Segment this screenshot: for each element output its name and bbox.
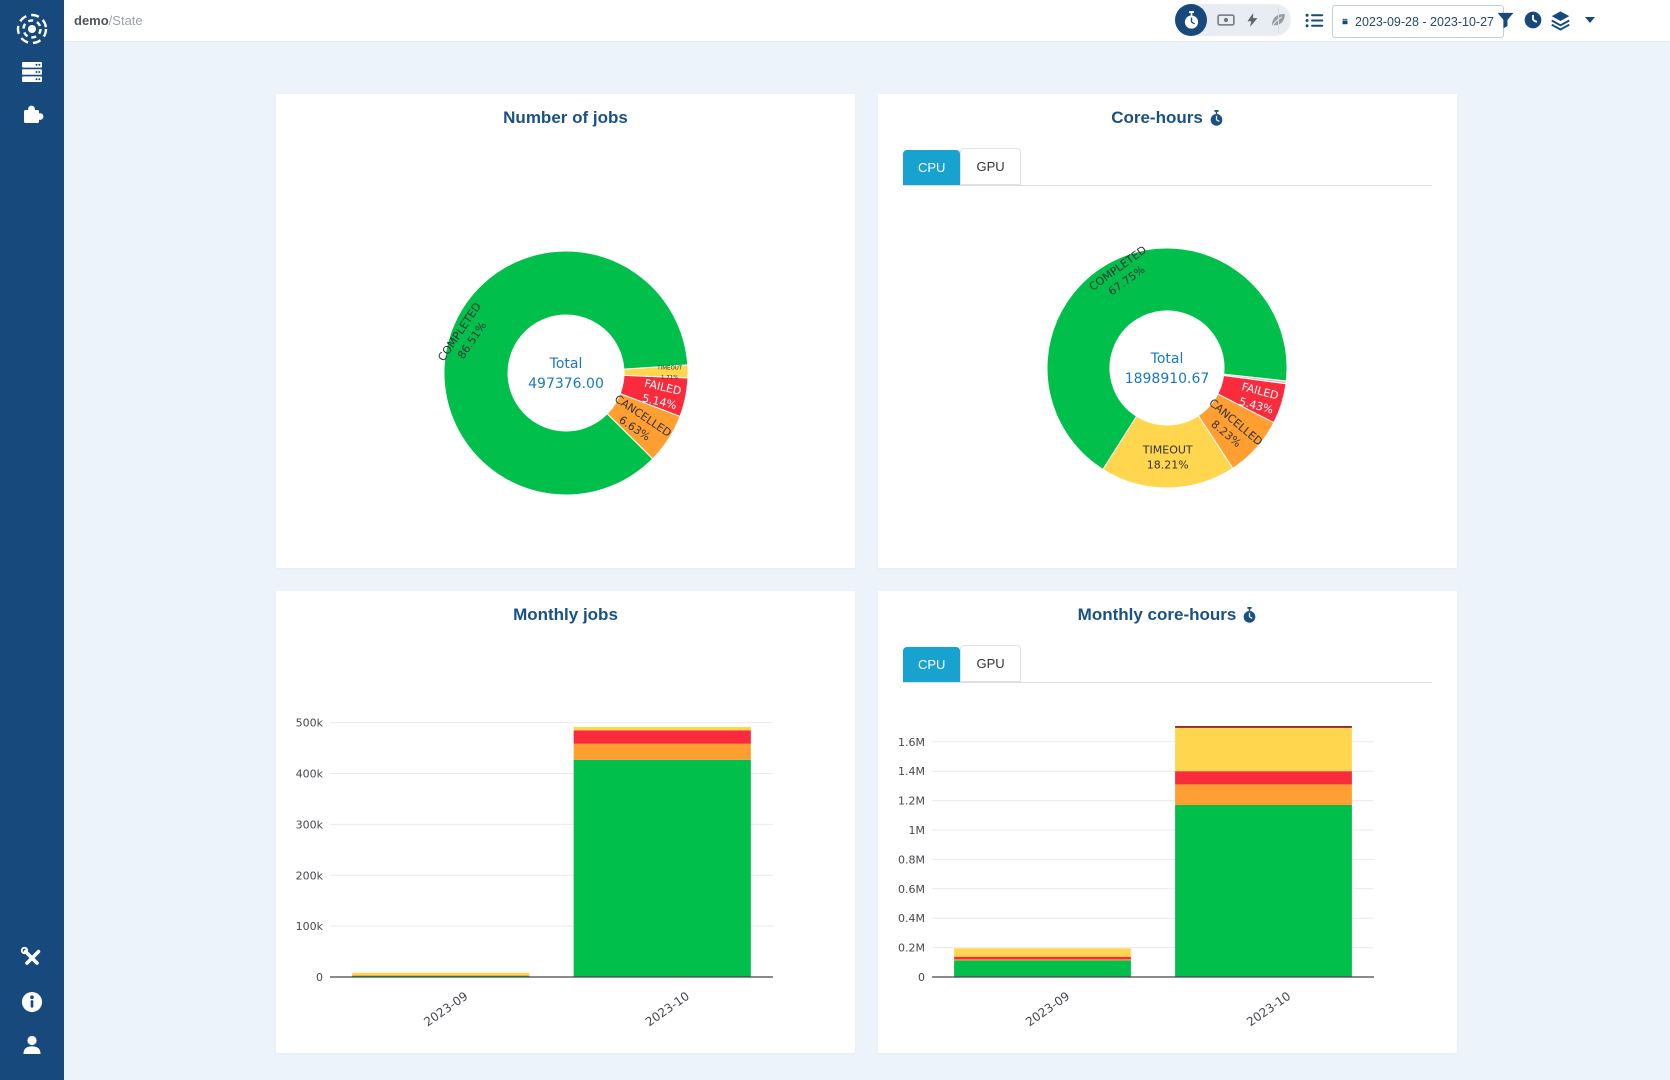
monthly-corehours-card: Monthly core-hours CPU GPU 00.2M0.4M0.6M… [878,591,1457,1053]
svg-text:0.6M: 0.6M [898,883,925,896]
filter-icon [1496,10,1515,30]
info-icon [21,991,44,1014]
tab-cpu[interactable]: CPU [903,150,960,185]
caret-down-icon [1585,17,1595,23]
unit-tabs: CPU GPU [903,645,1432,683]
breadcrumb-project[interactable]: demo [74,13,109,28]
job-list-button[interactable] [1304,10,1325,31]
more-options-button[interactable] [1585,17,1595,23]
sidebar-item-info[interactable] [21,991,44,1014]
banknote-icon [1216,11,1236,29]
tab-gpu[interactable]: GPU [960,645,1020,682]
resources-button[interactable] [1550,10,1571,31]
svg-text:1898910.67: 1898910.67 [1125,371,1210,387]
jobs-pie-card: Number of jobs TIMEOUT1.71%FAILED5.14%CA… [276,94,855,568]
svg-text:500k: 500k [296,717,324,730]
breadcrumb-page: /State [109,13,143,28]
date-range-picker[interactable]: 2023-09-28 - 2023-10-27 [1332,5,1504,38]
sidebar-item-settings[interactable] [20,946,45,971]
monthly-jobs-card: Monthly jobs 0100k200k300k400k500k2023-0… [276,591,855,1053]
svg-text:1M: 1M [909,824,926,837]
svg-text:2023-09: 2023-09 [1023,989,1072,1029]
metric-timer-button[interactable] [1175,4,1207,36]
metric-toggle-group [1175,4,1291,36]
duration-button[interactable] [1523,10,1543,30]
corehours-pie-card: Core-hours CPU GPU FAILED5.43%CANCELLED8… [878,94,1457,568]
header-divider [1278,8,1279,33]
svg-text:300k: 300k [296,818,324,831]
date-range-value: 2023-09-28 - 2023-10-27 [1355,15,1494,29]
app-logo-icon [13,10,51,48]
topbar: demo/State [64,0,1670,42]
metric-energy-button[interactable] [1245,11,1260,29]
bolt-icon [1245,11,1260,29]
filter-button[interactable] [1496,10,1515,30]
svg-text:Total: Total [549,356,583,372]
svg-text:0: 0 [918,971,925,984]
svg-text:0: 0 [316,971,323,984]
puzzle-icon [20,101,44,125]
layers-icon [1550,10,1571,31]
calendar-icon [1342,13,1348,30]
clock-icon [1523,10,1543,30]
sidebar-item-user[interactable] [20,1033,44,1057]
metric-banknote-button[interactable] [1216,11,1236,29]
svg-text:2023-10: 2023-10 [643,989,692,1029]
svg-text:0.2M: 0.2M [898,942,925,955]
stopwatch-icon [1183,11,1200,29]
breadcrumb: demo/State [74,13,143,28]
svg-text:0.8M: 0.8M [898,853,925,866]
svg-text:0.4M: 0.4M [898,912,925,925]
svg-text:Total: Total [1150,351,1184,367]
svg-text:1.6M: 1.6M [898,736,925,749]
user-icon [20,1033,44,1057]
sidebar-item-plugins[interactable] [20,101,44,125]
svg-text:2023-10: 2023-10 [1244,989,1293,1029]
server-stack-icon [20,60,44,84]
tools-icon [20,946,45,971]
svg-text:200k: 200k [296,869,324,882]
svg-text:100k: 100k [296,920,324,933]
svg-text:1.2M: 1.2M [898,795,925,808]
svg-text:1.4M: 1.4M [898,765,925,778]
svg-text:2023-09: 2023-09 [421,989,470,1029]
svg-text:400k: 400k [296,768,324,781]
tab-gpu[interactable]: GPU [960,148,1020,185]
sidebar [0,0,64,1080]
list-icon [1304,10,1325,31]
tab-cpu[interactable]: CPU [903,647,960,682]
app-logo[interactable] [13,10,51,48]
sidebar-item-systems[interactable] [20,60,44,84]
svg-text:497376.00: 497376.00 [528,376,604,392]
jobs-donut-chart[interactable]: TIMEOUT1.71%FAILED5.14%CANCELLED6.63%COM… [276,94,855,568]
monthly-jobs-bar-chart[interactable]: 0 100k 200k 300k 400k 500k 2023-09 2023-10 [276,591,855,1053]
unit-tabs: CPU GPU [903,148,1432,186]
